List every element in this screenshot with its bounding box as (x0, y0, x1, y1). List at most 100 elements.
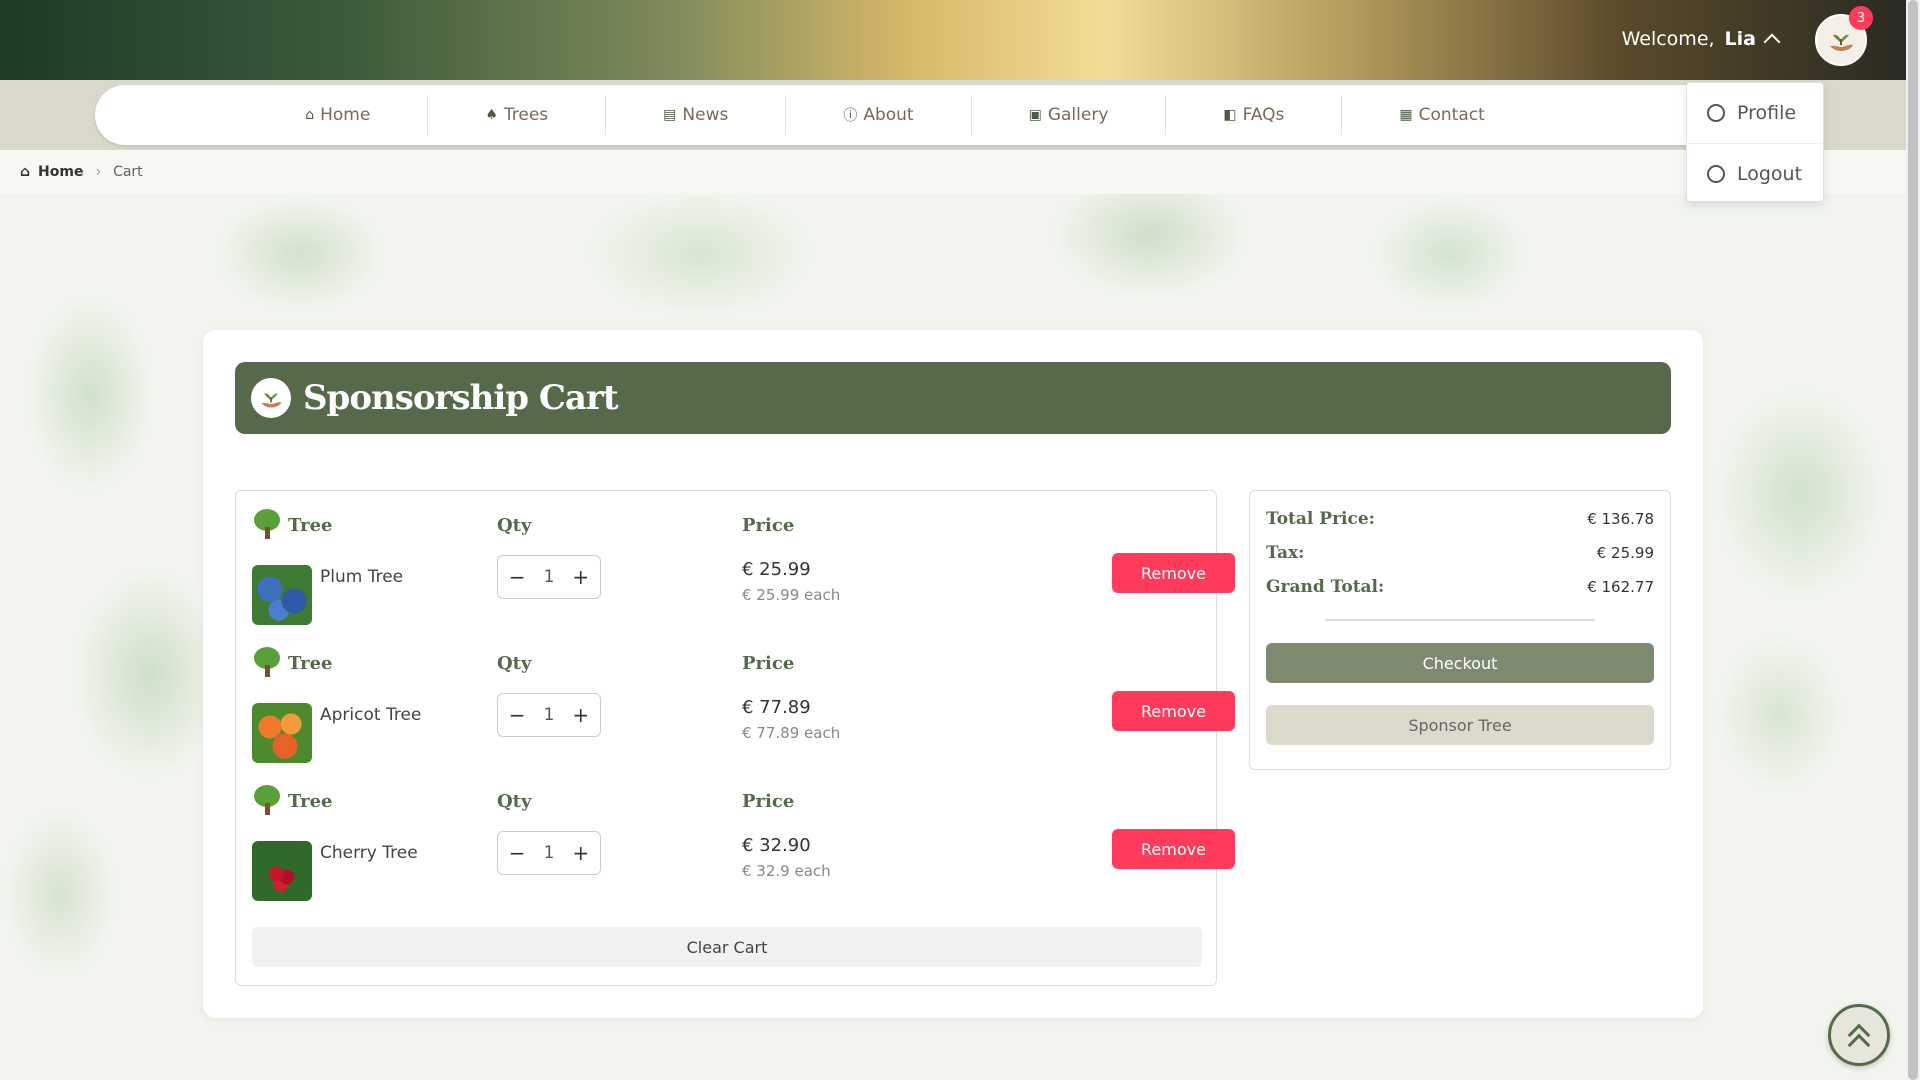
remove-button[interactable]: Remove (1112, 553, 1235, 593)
logout-icon (1707, 164, 1725, 183)
summary-total-row: Total Price: € 136.78 (1266, 509, 1654, 529)
nav-label: News (682, 105, 729, 125)
info-icon: ⓘ (843, 108, 858, 124)
nav-item-trees[interactable]: ♠ Trees (428, 95, 607, 135)
breadcrumb-home[interactable]: ⌂ Home (20, 164, 83, 180)
item-thumbnail (252, 565, 312, 625)
checkout-button[interactable]: Checkout (1266, 643, 1654, 683)
order-summary-panel: Total Price: € 136.78 Tax: € 25.99 Grand… (1249, 490, 1671, 770)
dropdown-profile-label: Profile (1737, 102, 1797, 124)
nav-item-gallery[interactable]: ▣ Gallery (972, 95, 1167, 135)
item-name: Apricot Tree (320, 705, 422, 725)
scrollbar-thumb[interactable] (1908, 0, 1918, 1080)
contact-icon: ▦ (1399, 107, 1413, 123)
nav-item-contact[interactable]: ▦ Contact (1342, 95, 1541, 135)
images-icon: ▣ (1028, 107, 1042, 123)
top-banner (0, 0, 1906, 80)
decrement-button[interactable]: − (505, 565, 529, 589)
nav-label: Trees (503, 105, 549, 125)
nav-item-home[interactable]: ⌂ Home (248, 95, 429, 135)
nav-item-news[interactable]: ▤ News (606, 95, 787, 135)
breadcrumb-home-label: Home (38, 164, 84, 180)
cart-card: Sponsorship Cart Tree Qty Price Plum Tre… (203, 330, 1703, 1018)
newspaper-icon: ▤ (663, 107, 677, 123)
chevron-up-icon (1763, 33, 1781, 51)
nav-label: Contact (1418, 105, 1485, 125)
double-chevron-up-icon (1847, 1023, 1871, 1057)
tree-icon (252, 647, 282, 679)
scroll-to-top-button[interactable] (1828, 1004, 1890, 1066)
nav-item-faqs[interactable]: ◧ FAQs (1166, 95, 1343, 135)
grand-total-label: Grand Total: (1266, 577, 1385, 597)
tax-value: € 25.99 (1596, 544, 1654, 562)
page-title: Sponsorship Cart (303, 378, 619, 418)
cart-items-panel: Tree Qty Price Plum Tree − 1 + € 25.99 €… (235, 490, 1235, 986)
user-dropdown-menu: Profile Logout (1686, 82, 1824, 202)
tree-icon (252, 785, 282, 817)
total-price-label: Total Price: (1266, 509, 1375, 529)
cart-item-row: Tree Qty Price Plum Tree − 1 + € 25.99 €… (252, 503, 1235, 625)
col-tree-label: Tree (288, 791, 333, 812)
item-unit-price: € 25.99 each (742, 586, 841, 604)
item-thumbnail (252, 841, 312, 901)
col-qty-label: Qty (497, 515, 532, 536)
increment-button[interactable]: + (569, 841, 593, 865)
item-unit-price: € 32.9 each (742, 862, 831, 880)
plant-hand-icon (251, 378, 291, 418)
quantity-value[interactable]: 1 (544, 567, 555, 587)
dropdown-item-profile[interactable]: Profile (1687, 83, 1823, 143)
quantity-stepper: − 1 + (497, 555, 601, 599)
col-qty-label: Qty (497, 653, 532, 674)
cart-count-badge: 3 (1849, 6, 1873, 30)
cart-item-row: Tree Qty Price Apricot Tree − 1 + € 77.8… (252, 641, 1235, 763)
increment-button[interactable]: + (569, 703, 593, 727)
item-price: € 77.89 (742, 697, 811, 718)
summary-divider (1325, 619, 1595, 621)
nav-label: FAQs (1242, 105, 1285, 125)
col-price-label: Price (742, 791, 795, 812)
quantity-stepper: − 1 + (497, 693, 601, 737)
summary-grand-row: Grand Total: € 162.77 (1266, 577, 1654, 597)
item-thumbnail (252, 703, 312, 763)
increment-button[interactable]: + (569, 565, 593, 589)
col-price-label: Price (742, 515, 795, 536)
plant-hand-icon (1830, 34, 1853, 51)
remove-button[interactable]: Remove (1112, 691, 1235, 731)
comments-icon: ◧ (1223, 107, 1237, 123)
user-circle-icon (1707, 104, 1725, 122)
tree-icon (252, 509, 282, 541)
tree-icon: ♠ (485, 107, 498, 123)
dropdown-item-logout[interactable]: Logout (1687, 143, 1823, 203)
col-price-label: Price (742, 653, 795, 674)
breadcrumb: ⌂ Home › Cart (0, 150, 1906, 194)
dropdown-logout-label: Logout (1737, 162, 1803, 185)
nav-item-about[interactable]: ⓘ About (786, 95, 972, 135)
main-navbar: ⌂ Home ♠ Trees ▤ News ⓘ About ▣ Gallery … (95, 85, 1695, 145)
tax-label: Tax: (1266, 543, 1305, 563)
welcome-menu[interactable]: Welcome, Lia (1621, 28, 1781, 51)
cart-item-row: Tree Qty Price Cherry Tree − 1 + € 32.90… (252, 779, 1235, 901)
summary-tax-row: Tax: € 25.99 (1266, 543, 1654, 563)
cart-header: Sponsorship Cart (235, 362, 1671, 434)
sponsor-tree-button[interactable]: Sponsor Tree (1266, 705, 1654, 745)
quantity-value[interactable]: 1 (544, 843, 555, 863)
user-name: Lia (1724, 28, 1756, 50)
clear-cart-button[interactable]: Clear Cart (252, 927, 1202, 967)
col-tree-label: Tree (288, 653, 333, 674)
item-unit-price: € 77.89 each (742, 724, 841, 742)
decrement-button[interactable]: − (505, 841, 529, 865)
quantity-value[interactable]: 1 (544, 705, 555, 725)
welcome-prefix: Welcome, (1621, 28, 1715, 50)
item-name: Plum Tree (320, 567, 404, 587)
nav-label: Home (320, 105, 371, 125)
home-icon: ⌂ (305, 107, 315, 123)
grand-total-value: € 162.77 (1587, 578, 1654, 596)
item-price: € 32.90 (742, 835, 811, 856)
col-tree-label: Tree (288, 515, 333, 536)
nav-label: Gallery (1047, 105, 1109, 125)
chevron-right-icon: › (95, 164, 102, 180)
total-price-value: € 136.78 (1587, 510, 1654, 528)
decrement-button[interactable]: − (505, 703, 529, 727)
breadcrumb-current: Cart (113, 164, 143, 180)
remove-button[interactable]: Remove (1112, 829, 1235, 869)
